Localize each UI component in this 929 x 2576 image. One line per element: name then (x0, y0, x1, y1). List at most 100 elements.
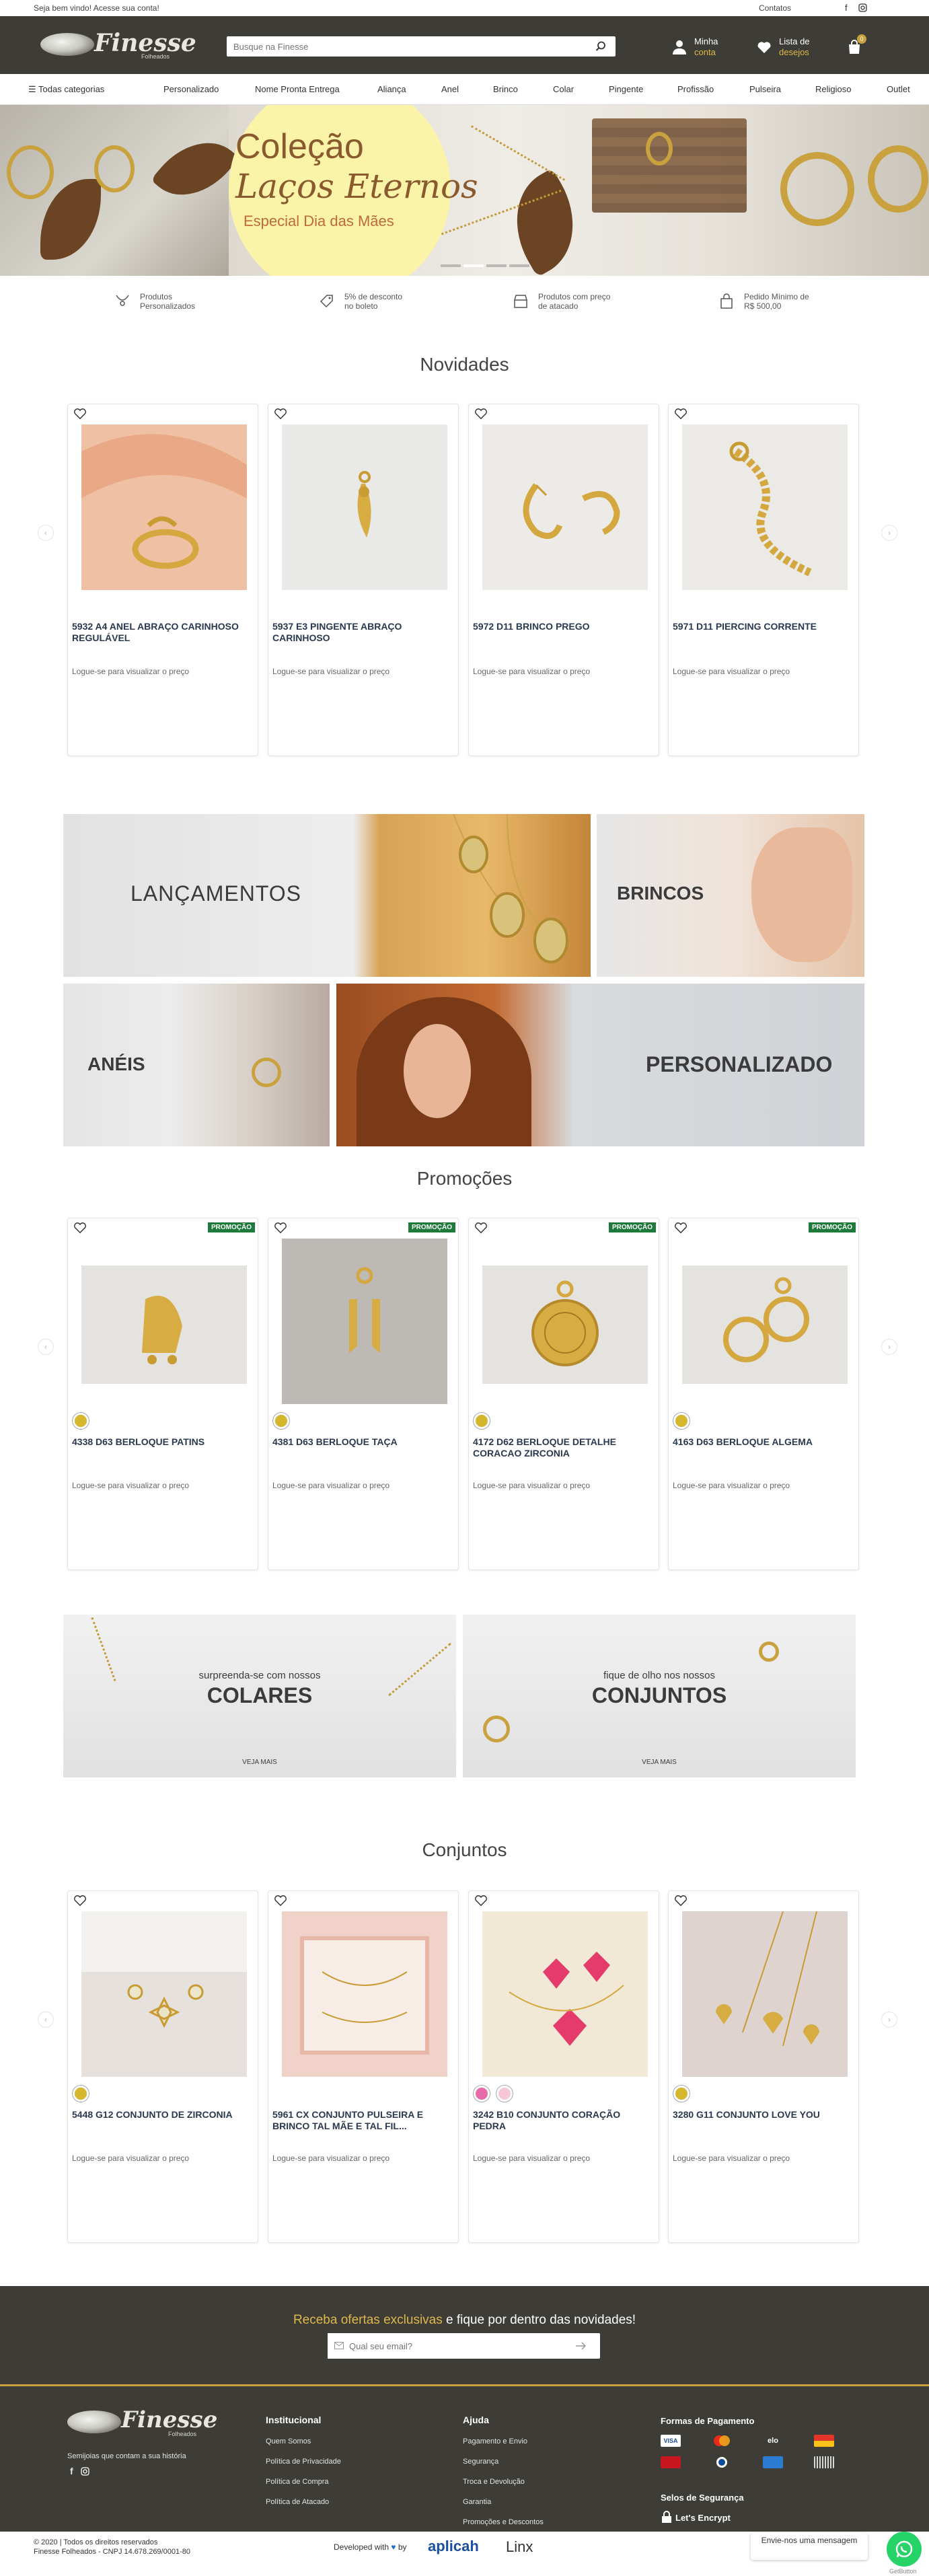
newsletter-email-input[interactable] (328, 2333, 556, 2359)
category-banner-lancamentos[interactable]: LANÇAMENTOS (63, 814, 591, 977)
product-card[interactable]: 5937 E3 PINGENTE ABRAÇO CARINHOSO Logue-… (268, 404, 459, 756)
linx-logo[interactable]: Linx (506, 2538, 533, 2556)
footer-link[interactable]: Segurança (463, 2458, 498, 2466)
product-name[interactable]: 4163 D63 BERLOQUE ALGEMA (673, 1436, 854, 1448)
product-image[interactable] (482, 1239, 648, 1404)
footer-logo[interactable]: Finesse Folheados (67, 2405, 222, 2439)
nav-item-nome-pronta-entrega[interactable]: Nome Pronta Entrega (255, 84, 340, 94)
footer-link[interactable]: Política de Privacidade (266, 2458, 341, 2466)
search-icon[interactable] (595, 41, 606, 52)
nav-item-personalizado[interactable]: Personalizado (163, 84, 219, 94)
nav-item-religioso[interactable]: Religioso (815, 84, 851, 94)
color-swatch-gold[interactable] (673, 2085, 690, 2102)
product-card[interactable]: PROMOÇÃO 4163 D63 BERLOQUE ALGEMA Logue-… (668, 1218, 859, 1570)
wishlist-heart-icon[interactable] (274, 1894, 287, 1907)
wishlist-heart-icon[interactable] (73, 1894, 87, 1907)
product-name[interactable]: 4381 D63 BERLOQUE TAÇA (272, 1436, 454, 1448)
account-button[interactable]: Minha conta (671, 36, 745, 59)
carousel-next-button[interactable]: › (881, 1339, 897, 1355)
instagram-icon[interactable] (81, 2467, 89, 2476)
carousel-next-button[interactable]: › (881, 525, 897, 541)
nav-item-alianca[interactable]: Aliança (377, 84, 406, 94)
nav-item-brinco[interactable]: Brinco (493, 84, 518, 94)
product-image[interactable] (282, 425, 447, 590)
veja-mais-button[interactable]: VEJA MAIS (63, 1759, 456, 1766)
product-card[interactable]: 5448 G12 CONJUNTO DE ZIRCONIA Logue-se p… (67, 1890, 258, 2243)
product-image[interactable] (682, 1239, 848, 1404)
facebook-icon[interactable]: f (845, 3, 848, 13)
wishlist-heart-icon[interactable] (674, 1222, 688, 1234)
wishlist-heart-icon[interactable] (274, 408, 287, 420)
hero-dot-active[interactable] (463, 264, 484, 267)
promo-banner-conjuntos[interactable]: fique de olho nos nossos CONJUNTOS VEJA … (463, 1615, 856, 1777)
product-image[interactable] (482, 425, 648, 590)
color-swatch-light-pink[interactable] (496, 2085, 513, 2102)
all-categories-menu[interactable]: ☰ Todas categorias (28, 84, 104, 95)
product-name[interactable]: 5971 D11 PIERCING CORRENTE (673, 621, 854, 632)
nav-item-anel[interactable]: Anel (441, 84, 459, 94)
product-card[interactable]: 5972 D11 BRINCO PREGO Logue-se para visu… (468, 404, 659, 756)
category-banner-aneis[interactable]: ANÉIS (63, 984, 330, 1146)
product-name[interactable]: 4172 D62 BERLOQUE DETALHE CORACAO ZIRCON… (473, 1436, 655, 1459)
product-image[interactable] (282, 1911, 447, 2077)
veja-mais-button[interactable]: VEJA MAIS (463, 1759, 856, 1766)
whatsapp-button[interactable] (887, 2532, 922, 2567)
whatsapp-tooltip[interactable]: Envie-nos uma mensagem (751, 2533, 868, 2560)
product-image[interactable] (482, 1911, 648, 2077)
product-card[interactable]: PROMOÇÃO 4338 D63 BERLOQUE PATINS Logue-… (67, 1218, 258, 1570)
footer-link[interactable]: Promoções e Descontos (463, 2518, 544, 2526)
wishlist-heart-icon[interactable] (474, 408, 488, 420)
product-card[interactable]: PROMOÇÃO 4172 D62 BERLOQUE DETALHE CORAC… (468, 1218, 659, 1570)
carousel-prev-button[interactable]: ‹ (38, 1339, 54, 1355)
nav-item-colar[interactable]: Colar (553, 84, 574, 94)
wishlist-heart-icon[interactable] (674, 408, 688, 420)
product-card[interactable]: 3242 B10 CONJUNTO CORAÇÃO PEDRA Logue-se… (468, 1890, 659, 2243)
wishlist-heart-icon[interactable] (474, 1894, 488, 1907)
product-image[interactable] (81, 425, 247, 590)
instagram-icon[interactable] (858, 3, 867, 12)
product-name[interactable]: 3280 G11 CONJUNTO LOVE YOU (673, 2109, 854, 2121)
product-image[interactable] (282, 1239, 447, 1404)
footer-link[interactable]: Política de Atacado (266, 2498, 329, 2506)
hero-banner[interactable]: Coleção Laços Eternos Especial Dia das M… (0, 105, 929, 276)
product-name[interactable]: 5932 A4 ANEL ABRAÇO CARINHOSO REGULÁVEL (72, 621, 254, 644)
carousel-prev-button[interactable]: ‹ (38, 525, 54, 541)
carousel-next-button[interactable]: › (881, 2012, 897, 2028)
search-input[interactable] (227, 36, 577, 57)
product-name[interactable]: 5972 D11 BRINCO PREGO (473, 621, 655, 632)
send-arrow-icon[interactable] (575, 2342, 587, 2350)
category-banner-brincos[interactable]: BRINCOS (597, 814, 864, 977)
promo-banner-colares[interactable]: surpreenda-se com nossos COLARES VEJA MA… (63, 1615, 456, 1777)
contacts-link[interactable]: Contatos (759, 3, 791, 13)
getbutton-label[interactable]: GetButton (889, 2568, 917, 2575)
product-card[interactable]: 5932 A4 ANEL ABRAÇO CARINHOSO REGULÁVEL … (67, 404, 258, 756)
product-card[interactable]: 3280 G11 CONJUNTO LOVE YOU Logue-se para… (668, 1890, 859, 2243)
product-image[interactable] (81, 1911, 247, 2077)
hero-dot[interactable] (486, 264, 507, 267)
product-name[interactable]: 5937 E3 PINGENTE ABRAÇO CARINHOSO (272, 621, 454, 644)
color-swatch-gold[interactable] (473, 1412, 490, 1430)
facebook-icon[interactable]: f (70, 2466, 73, 2476)
product-card[interactable]: 5971 D11 PIERCING CORRENTE Logue-se para… (668, 404, 859, 756)
carousel-prev-button[interactable]: ‹ (38, 2012, 54, 2028)
wishlist-heart-icon[interactable] (274, 1222, 287, 1234)
welcome-login-link[interactable]: Seja bem vindo! Acesse sua conta! (34, 3, 159, 13)
nav-item-pulseira[interactable]: Pulseira (749, 84, 781, 94)
footer-link[interactable]: Política de Compra (266, 2478, 329, 2486)
category-banner-personalizado[interactable]: PERSONALIZADO (336, 984, 864, 1146)
product-image[interactable] (682, 1911, 848, 2077)
color-swatch-gold[interactable] (72, 2085, 89, 2102)
color-swatch-gold[interactable] (72, 1412, 89, 1430)
color-swatch-gold[interactable] (673, 1412, 690, 1430)
product-name[interactable]: 5448 G12 CONJUNTO DE ZIRCONIA (72, 2109, 254, 2121)
wishlist-heart-icon[interactable] (474, 1222, 488, 1234)
product-name[interactable]: 3242 B10 CONJUNTO CORAÇÃO PEDRA (473, 2109, 655, 2132)
product-image[interactable] (81, 1239, 247, 1404)
nav-item-pingente[interactable]: Pingente (609, 84, 643, 94)
color-swatch-pink[interactable] (473, 2085, 490, 2102)
nav-item-outlet[interactable]: Outlet (887, 84, 910, 94)
footer-link[interactable]: Pagamento e Envio (463, 2437, 527, 2445)
wishlist-heart-icon[interactable] (73, 408, 87, 420)
footer-link[interactable]: Quem Somos (266, 2437, 311, 2445)
product-name[interactable]: 4338 D63 BERLOQUE PATINS (72, 1436, 254, 1448)
